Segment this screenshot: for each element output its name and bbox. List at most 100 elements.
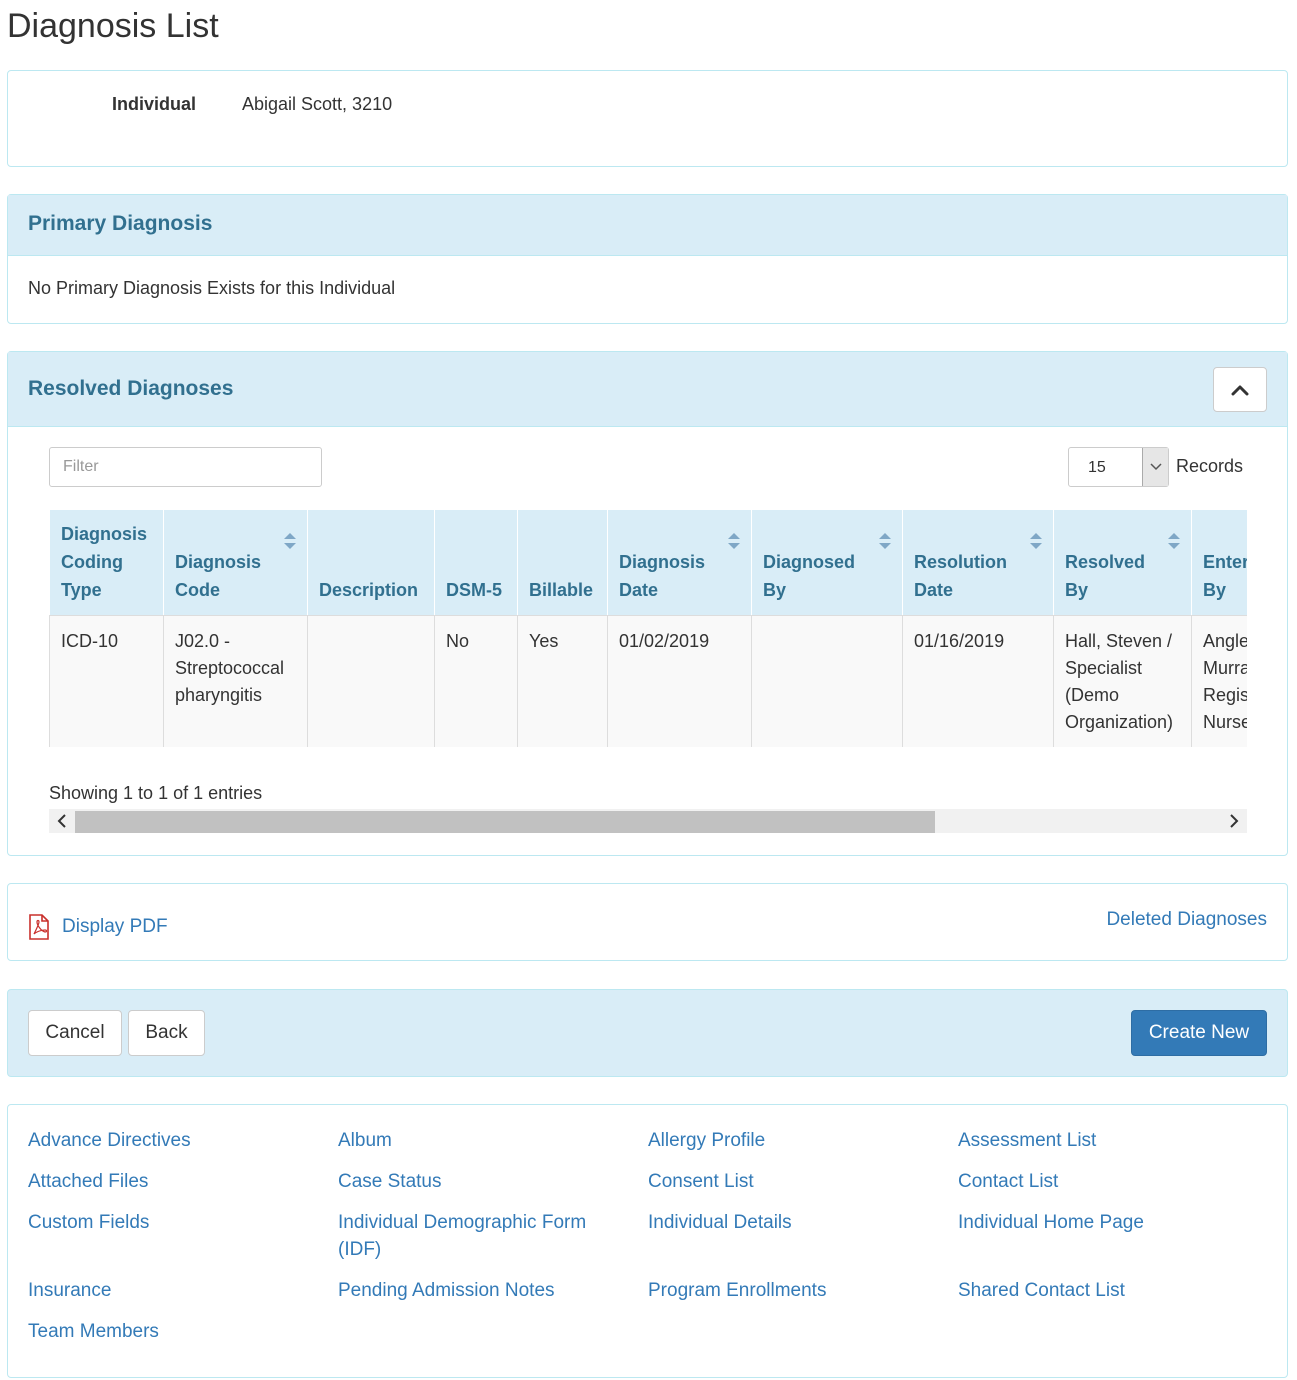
column-header-text: DSM-5 xyxy=(446,580,503,600)
related-links-panel: Advance Directives Album Allergy Profile As… xyxy=(7,1104,1288,1378)
column-header[interactable]: Resolved By xyxy=(1053,509,1192,616)
individual-panel: Individual Abigail Scott, 3210 xyxy=(7,70,1288,167)
table-body: ICD-10 J02.0 - Streptococcal pharyngitis No Y… xyxy=(49,615,1247,747)
column-header-text: Diagnosis xyxy=(619,552,706,572)
primary-diagnosis-message: No Primary Diagnosis Exists for this Ind… xyxy=(28,278,396,298)
scroll-left-icon[interactable] xyxy=(55,813,69,829)
sort-icon[interactable] xyxy=(727,532,741,550)
horizontal-scrollbar[interactable] xyxy=(49,809,1247,833)
individual-value: Abigail Scott, 3210 xyxy=(242,94,393,114)
display-pdf-link[interactable]: Display PDF xyxy=(28,914,168,940)
column-header-text: Type xyxy=(61,580,102,600)
scroll-right-icon[interactable] xyxy=(1227,813,1241,829)
table-cell-text: (Demo xyxy=(1065,685,1120,705)
back-button[interactable]: Back xyxy=(128,1010,205,1056)
pdf-icon xyxy=(29,914,49,940)
column-header[interactable]: Diagnosis Code xyxy=(163,509,308,616)
nav-link[interactable]: Individual Demographic Form (IDF) xyxy=(338,1209,608,1263)
table-cell xyxy=(751,615,903,747)
chevron-down-icon xyxy=(1142,448,1168,486)
nav-link[interactable]: Advance Directives xyxy=(28,1127,298,1154)
page-title: Diagnosis List xyxy=(7,7,219,45)
column-header-text: Code xyxy=(175,580,220,600)
table-cell-text: Regis xyxy=(1203,685,1247,705)
filter-input[interactable] xyxy=(49,447,322,487)
table-cell-text: 01/16/2019 xyxy=(914,631,1005,651)
table-cell-text: ICD-10 xyxy=(61,631,119,651)
table-cell-text: Hall, Steven / xyxy=(1065,631,1173,651)
table-cell-text: Organization) xyxy=(1065,712,1174,732)
nav-link[interactable]: Individual Details xyxy=(648,1209,918,1236)
table-cell: Yes xyxy=(517,615,608,747)
column-header-text: Diagnosis xyxy=(61,524,148,544)
table-cell-text: Nurse xyxy=(1203,712,1247,732)
column-header-text: Entered xyxy=(1203,552,1247,572)
records-select-value: 15 xyxy=(1088,459,1106,476)
showing-entries: Showing 1 to 1 of 1 entries xyxy=(49,783,263,803)
column-header-text: Coding xyxy=(61,552,123,572)
actions-panel: Cancel Back Create New xyxy=(7,989,1288,1077)
deleted-diagnoses-link[interactable]: Deleted Diagnoses xyxy=(1106,909,1267,931)
sort-icon[interactable] xyxy=(1029,532,1043,550)
table-cell: 01/16/2019 xyxy=(902,615,1054,747)
nav-link[interactable]: Insurance xyxy=(28,1277,298,1304)
column-header-text: By xyxy=(763,580,787,600)
column-header[interactable]: Resolution Date xyxy=(902,509,1054,616)
nav-link[interactable]: Individual Home Page xyxy=(958,1209,1228,1236)
nav-link[interactable]: Custom Fields xyxy=(28,1209,298,1236)
nav-link[interactable]: Allergy Profile xyxy=(648,1127,918,1154)
column-header[interactable]: DSM-5 xyxy=(434,509,518,616)
table-cell: ICD-10 xyxy=(49,615,164,747)
column-header-text: Billable xyxy=(529,580,594,600)
nav-link[interactable]: Team Members xyxy=(28,1318,298,1345)
column-header[interactable]: Diagnosed By xyxy=(751,509,903,616)
table-cell xyxy=(307,615,435,747)
nav-link[interactable]: Consent List xyxy=(648,1168,918,1195)
column-header[interactable]: Diagnosis Coding Type xyxy=(49,509,164,616)
table-cell-text: J02.0 - xyxy=(175,631,231,651)
sort-icon[interactable] xyxy=(1167,532,1181,550)
column-header-text: Description xyxy=(319,580,419,600)
resolved-diagnoses-header: Resolved Diagnoses xyxy=(8,352,1287,427)
table-cell: Angle Murra Regis Nurse xyxy=(1191,615,1247,747)
nav-link[interactable]: Program Enrollments xyxy=(648,1277,918,1304)
sort-icon[interactable] xyxy=(283,532,297,550)
table-header-row: Diagnosis Coding Type Diagnosis Code Descript… xyxy=(49,509,1247,616)
column-header-text: By xyxy=(1203,580,1227,600)
nav-link[interactable]: Shared Contact List xyxy=(958,1277,1228,1304)
table-cell-text: Murra xyxy=(1203,658,1247,678)
table-cell-text: Yes xyxy=(529,631,559,651)
table-cell: 01/02/2019 xyxy=(607,615,752,747)
scrollbar-thumb[interactable] xyxy=(75,811,935,833)
table-row: ICD-10 J02.0 - Streptococcal pharyngitis No Y… xyxy=(49,615,1247,747)
cancel-button[interactable]: Cancel xyxy=(28,1010,122,1056)
column-header-text: Date xyxy=(619,580,659,600)
collapse-button[interactable] xyxy=(1213,367,1267,412)
table-cell: No xyxy=(434,615,518,747)
nav-link[interactable]: Album xyxy=(338,1127,608,1154)
primary-diagnosis-heading: Primary Diagnosis xyxy=(8,195,1287,256)
display-pdf-label: Display PDF xyxy=(62,916,168,937)
resolved-table-wrapper: Diagnosis Coding Type Diagnosis Code Descript… xyxy=(49,509,1247,747)
primary-diagnosis-panel: Primary Diagnosis No Primary Diagnosis E… xyxy=(7,194,1288,324)
sort-icon[interactable] xyxy=(878,532,892,550)
resolved-diagnoses-heading: Resolved Diagnoses xyxy=(28,377,234,400)
column-header[interactable]: Diagnosis Date xyxy=(607,509,752,616)
column-header[interactable]: Billable xyxy=(517,509,608,616)
column-header-text: Diagnosed xyxy=(763,552,856,572)
records-select[interactable]: 15 xyxy=(1068,447,1169,487)
create-new-button[interactable]: Create New xyxy=(1131,1010,1267,1056)
table-cell-text: Angle xyxy=(1203,631,1247,651)
column-header-text: Date xyxy=(914,580,954,600)
column-header[interactable]: Entered By xyxy=(1191,509,1247,616)
column-header-text: By xyxy=(1065,580,1089,600)
nav-link[interactable]: Assessment List xyxy=(958,1127,1228,1154)
nav-link[interactable]: Pending Admission Notes xyxy=(338,1277,608,1304)
table-cell-text: Streptococcal xyxy=(175,658,285,678)
page: Diagnosis List Individual Abigail Scott,… xyxy=(0,0,1297,1380)
nav-link[interactable]: Contact List xyxy=(958,1168,1228,1195)
column-header-text: Resolved xyxy=(1065,552,1146,572)
nav-link[interactable]: Attached Files xyxy=(28,1168,298,1195)
column-header[interactable]: Description xyxy=(307,509,435,616)
nav-link[interactable]: Case Status xyxy=(338,1168,608,1195)
